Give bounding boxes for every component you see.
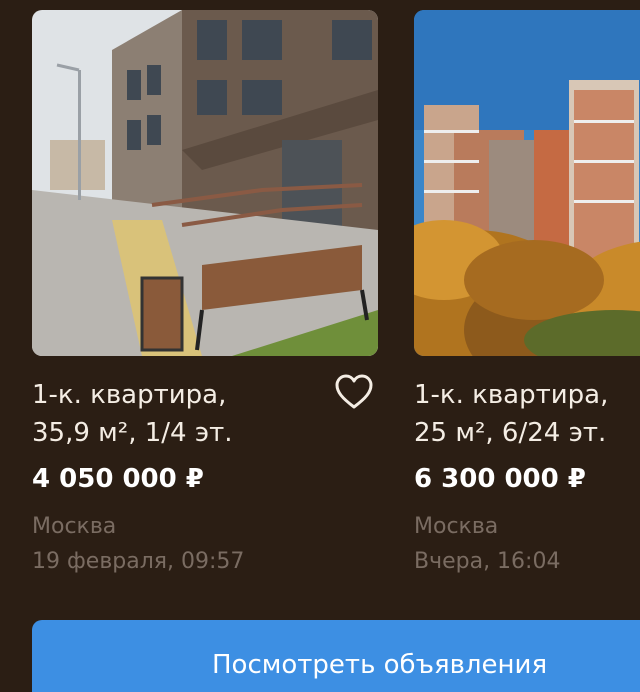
listing-date: 19 февраля, 09:57 (32, 549, 245, 574)
listing-price: 4 050 000 ₽ (32, 464, 204, 494)
listing-price: 6 300 000 ₽ (414, 464, 586, 494)
listing-card[interactable]: 1-к. квартира, 25 м², 6/24 эт. 6 300 000… (414, 10, 640, 600)
listings-carousel: 1-к. квартира, 35,9 м², 1/4 эт. 4 050 00… (0, 0, 640, 692)
listing-title-line: 1-к. квартира, (32, 380, 227, 410)
view-listings-button[interactable]: Посмотреть объявления (32, 620, 640, 692)
listing-title-line: 25 м², 6/24 эт. (414, 418, 607, 448)
listing-city: Москва (32, 514, 117, 539)
listing-card[interactable]: 1-к. квартира, 35,9 м², 1/4 эт. 4 050 00… (32, 10, 378, 600)
listing-title-line: 35,9 м², 1/4 эт. (32, 418, 233, 448)
heart-icon[interactable] (332, 372, 376, 412)
listing-date: Вчера, 16:04 (414, 549, 561, 574)
listing-photo[interactable] (32, 10, 378, 356)
listing-city: Москва (414, 514, 499, 539)
listing-photo[interactable] (414, 10, 640, 356)
listing-title-line: 1-к. квартира, (414, 380, 609, 410)
listing-title[interactable]: 1-к. квартира, 35,9 м², 1/4 эт. (32, 376, 332, 452)
view-listings-button-label: Посмотреть объявления (212, 650, 548, 680)
listing-title[interactable]: 1-к. квартира, 25 м², 6/24 эт. (414, 376, 640, 452)
